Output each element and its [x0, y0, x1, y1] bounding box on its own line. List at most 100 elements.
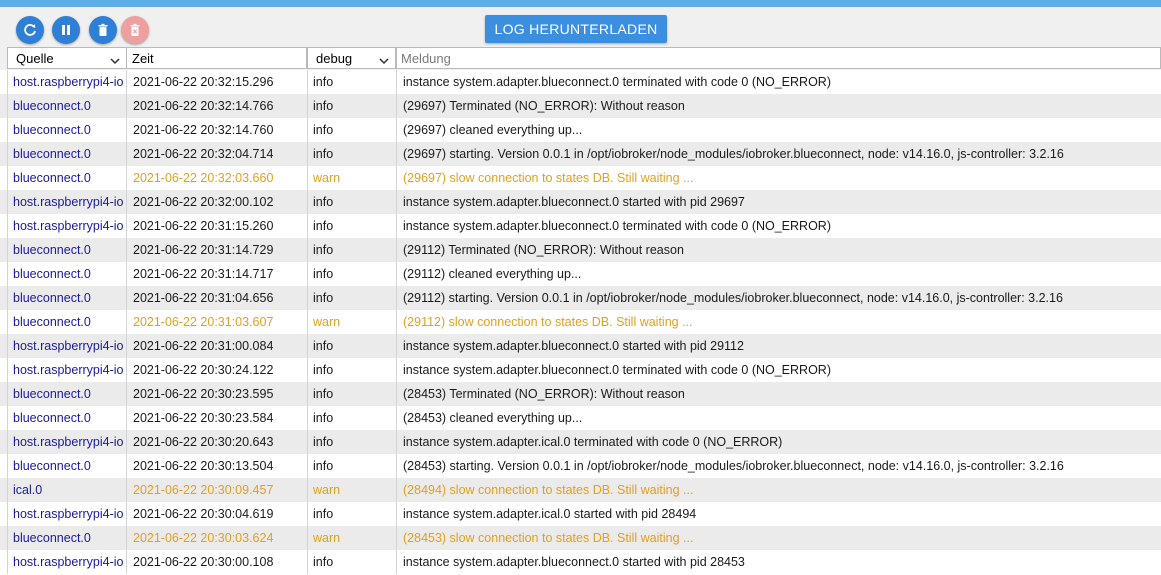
log-source-cell: host.raspberrypi4-io: [7, 550, 126, 574]
table-row: blueconnect.0 2021-06-22 20:30:23.584 info…: [0, 406, 1161, 430]
chevron-down-icon: [110, 54, 120, 65]
log-time-cell: 2021-06-22 20:30:13.504: [126, 454, 307, 478]
log-message-cell: instance system.adapter.blueconnect.0 st…: [396, 334, 1161, 358]
log-message-cell: instance system.adapter.blueconnect.0 te…: [396, 214, 1161, 238]
message-filter-input[interactable]: Meldung: [396, 47, 1161, 69]
log-time-cell: 2021-06-22 20:30:23.595: [126, 382, 307, 406]
log-source-cell: blueconnect.0: [7, 238, 126, 262]
log-severity-cell: info: [307, 382, 396, 406]
filter-row: Quelle Zeit debug Meldung: [0, 47, 1161, 70]
log-time-cell: 2021-06-22 20:32:04.714: [126, 142, 307, 166]
time-filter-placeholder: Zeit: [132, 50, 154, 66]
log-time-cell: 2021-06-22 20:31:15.260: [126, 214, 307, 238]
log-severity-cell: info: [307, 502, 396, 526]
log-source-cell: host.raspberrypi4-io: [7, 358, 126, 382]
log-message-cell: (29112) Terminated (NO_ERROR): Without r…: [396, 238, 1161, 262]
log-severity-cell: info: [307, 430, 396, 454]
source-filter-select[interactable]: Quelle: [7, 47, 127, 69]
log-severity-cell: info: [307, 334, 396, 358]
log-source-cell: host.raspberrypi4-io: [7, 214, 126, 238]
delete-button[interactable]: [89, 16, 117, 44]
log-time-cell: 2021-06-22 20:31:00.084: [126, 334, 307, 358]
log-time-cell: 2021-06-22 20:30:24.122: [126, 358, 307, 382]
log-time-cell: 2021-06-22 20:31:14.717: [126, 262, 307, 286]
table-row: host.raspberrypi4-io 2021-06-22 20:31:15.…: [0, 214, 1161, 238]
log-message-cell: instance system.adapter.blueconnect.0 te…: [396, 70, 1161, 94]
log-severity-cell: warn: [307, 526, 396, 550]
log-source-cell: blueconnect.0: [7, 286, 126, 310]
table-row: blueconnect.0 2021-06-22 20:32:03.660 warn…: [0, 166, 1161, 190]
log-time-cell: 2021-06-22 20:30:09.457: [126, 478, 307, 502]
log-severity-cell: warn: [307, 166, 396, 190]
pause-button[interactable]: [52, 16, 80, 44]
log-message-cell: instance system.adapter.blueconnect.0 st…: [396, 190, 1161, 214]
log-message-cell: (29697) starting. Version 0.0.1 in /opt/…: [396, 142, 1161, 166]
table-row: blueconnect.0 2021-06-22 20:32:04.714 info…: [0, 142, 1161, 166]
log-source-cell: host.raspberrypi4-io: [7, 430, 126, 454]
download-log-button[interactable]: LOG HERUNTERLADEN: [485, 15, 667, 43]
log-source-cell: blueconnect.0: [7, 118, 126, 142]
log-source-cell: blueconnect.0: [7, 94, 126, 118]
log-severity-cell: info: [307, 286, 396, 310]
log-message-cell: (29112) slow connection to states DB. St…: [396, 310, 1161, 334]
severity-filter-value: debug: [316, 50, 353, 66]
log-message-cell: (29697) slow connection to states DB. St…: [396, 166, 1161, 190]
log-message-cell: (29697) cleaned everything up...: [396, 118, 1161, 142]
log-time-cell: 2021-06-22 20:30:20.643: [126, 430, 307, 454]
severity-filter-select[interactable]: debug: [307, 47, 396, 69]
table-row: host.raspberrypi4-io 2021-06-22 20:30:04.…: [0, 502, 1161, 526]
log-message-cell: instance system.adapter.blueconnect.0 te…: [396, 358, 1161, 382]
log-source-cell: blueconnect.0: [7, 142, 126, 166]
log-source-cell: host.raspberrypi4-io: [7, 334, 126, 358]
log-source-cell: blueconnect.0: [7, 382, 126, 406]
delete-icon: [96, 23, 110, 37]
log-time-cell: 2021-06-22 20:32:14.760: [126, 118, 307, 142]
pause-icon: [59, 23, 73, 37]
log-time-cell: 2021-06-22 20:30:03.624: [126, 526, 307, 550]
log-time-cell: 2021-06-22 20:30:23.584: [126, 406, 307, 430]
table-row: blueconnect.0 2021-06-22 20:30:13.504 info…: [0, 454, 1161, 478]
log-message-cell: (28494) slow connection to states DB. St…: [396, 478, 1161, 502]
log-time-cell: 2021-06-22 20:31:03.607: [126, 310, 307, 334]
log-message-cell: (29112) starting. Version 0.0.1 in /opt/…: [396, 286, 1161, 310]
log-message-cell: (29112) cleaned everything up...: [396, 262, 1161, 286]
table-row: blueconnect.0 2021-06-22 20:31:04.656 info…: [0, 286, 1161, 310]
log-source-cell: host.raspberrypi4-io: [7, 190, 126, 214]
table-row: blueconnect.0 2021-06-22 20:31:03.607 warn…: [0, 310, 1161, 334]
table-row: blueconnect.0 2021-06-22 20:31:14.717 info…: [0, 262, 1161, 286]
log-severity-cell: warn: [307, 310, 396, 334]
log-source-cell: blueconnect.0: [7, 310, 126, 334]
table-row: blueconnect.0 2021-06-22 20:31:14.729 info…: [0, 238, 1161, 262]
log-source-cell: host.raspberrypi4-io: [7, 70, 126, 94]
refresh-icon: [22, 22, 38, 38]
log-source-cell: blueconnect.0: [7, 166, 126, 190]
log-message-cell: (28453) slow connection to states DB. St…: [396, 526, 1161, 550]
table-row: host.raspberrypi4-io 2021-06-22 20:32:15.…: [0, 70, 1161, 94]
log-time-cell: 2021-06-22 20:30:00.108: [126, 550, 307, 574]
table-row: blueconnect.0 2021-06-22 20:30:03.624 warn…: [0, 526, 1161, 550]
log-time-cell: 2021-06-22 20:32:03.660: [126, 166, 307, 190]
log-severity-cell: info: [307, 550, 396, 574]
log-message-cell: (28453) cleaned everything up...: [396, 406, 1161, 430]
log-page: LOG HERUNTERLADEN Quelle Zeit debug Meld…: [0, 0, 1161, 575]
refresh-button[interactable]: [16, 16, 44, 44]
log-severity-cell: info: [307, 70, 396, 94]
toolbar: LOG HERUNTERLADEN: [0, 7, 1161, 47]
log-table: host.raspberrypi4-io 2021-06-22 20:32:15.…: [0, 70, 1161, 574]
delete-all-button[interactable]: [121, 16, 149, 44]
log-severity-cell: info: [307, 358, 396, 382]
log-severity-cell: info: [307, 262, 396, 286]
log-message-cell: (28453) Terminated (NO_ERROR): Without r…: [396, 382, 1161, 406]
log-source-cell: host.raspberrypi4-io: [7, 502, 126, 526]
log-message-cell: (29697) Terminated (NO_ERROR): Without r…: [396, 94, 1161, 118]
log-source-cell: blueconnect.0: [7, 526, 126, 550]
log-severity-cell: info: [307, 142, 396, 166]
log-time-cell: 2021-06-22 20:30:04.619: [126, 502, 307, 526]
table-row: blueconnect.0 2021-06-22 20:30:23.595 info…: [0, 382, 1161, 406]
time-filter-input[interactable]: Zeit: [126, 47, 307, 69]
log-message-cell: instance system.adapter.ical.0 started w…: [396, 502, 1161, 526]
log-time-cell: 2021-06-22 20:32:15.296: [126, 70, 307, 94]
log-time-cell: 2021-06-22 20:32:00.102: [126, 190, 307, 214]
log-message-cell: instance system.adapter.blueconnect.0 st…: [396, 550, 1161, 574]
table-row: host.raspberrypi4-io 2021-06-22 20:30:00.…: [0, 550, 1161, 574]
